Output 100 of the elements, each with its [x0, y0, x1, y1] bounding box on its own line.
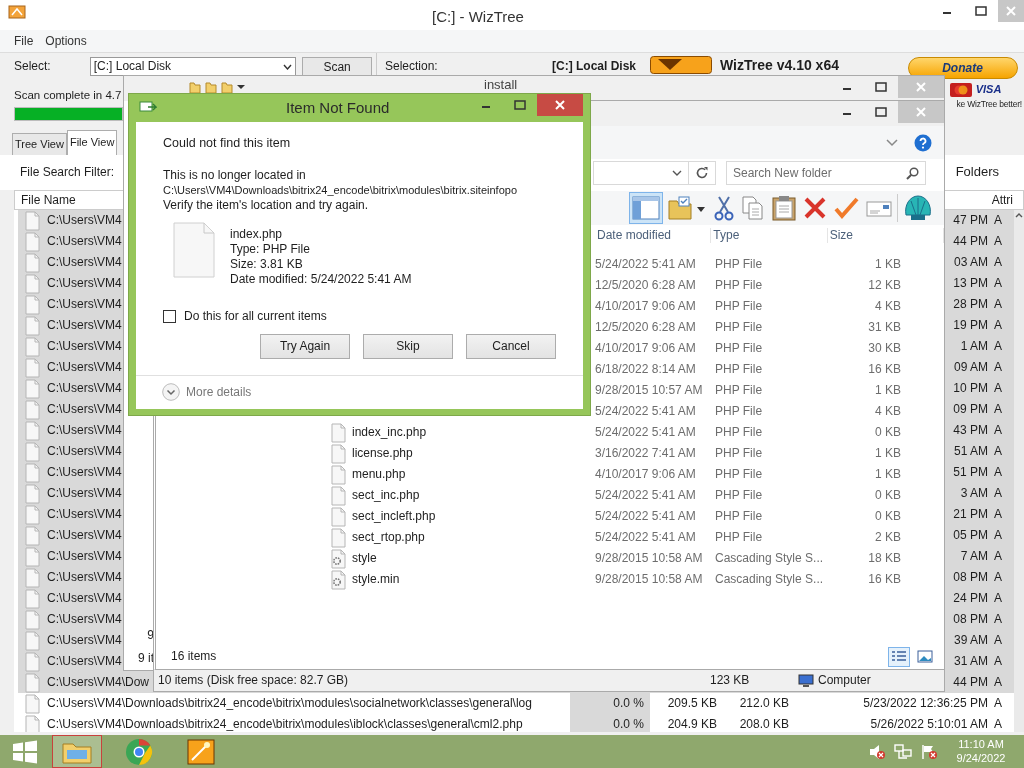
tab[interactable]: File View [66, 130, 118, 155]
table-cell: A [994, 717, 1002, 732]
window-title: install [484, 77, 518, 92]
selection-label: Selection: [385, 59, 438, 74]
file-name[interactable]: style [352, 551, 377, 566]
table-cell: 6/18/2022 8:14 AM [595, 362, 696, 376]
table-cell: C:\Users\VM4 [47, 276, 122, 291]
drive-select[interactable]: [C:] Local Disk [89, 57, 297, 76]
table-cell: 24 PM [953, 591, 988, 606]
table-cell: 03 AM [953, 255, 988, 270]
file-manager-button[interactable] [52, 735, 102, 768]
table-cell: C:\Users\VM4 [47, 402, 122, 417]
file-name[interactable]: license.php [352, 446, 413, 461]
tab[interactable]: Tree View [12, 133, 67, 155]
card-brand: VISA [975, 83, 1002, 97]
table-cell: C:\Users\VM4\Downloads\bitrix24_encode\bitrix\modules\iblock\classes\general\cml2.php [47, 717, 523, 732]
cross-icon [803, 195, 827, 221]
file-name[interactable]: style.min [352, 572, 400, 587]
table-cell: 0.0 % [613, 696, 644, 711]
column-header[interactable]: Size [827, 228, 944, 243]
flag-icon[interactable] [920, 743, 938, 760]
close-icon [916, 107, 926, 117]
status-text: Scan complete in 4.7 [14, 89, 122, 101]
table-cell: A [994, 465, 1002, 480]
table-cell: 30 KB [868, 341, 901, 355]
dialog-button[interactable]: Skip [363, 333, 453, 359]
help-icon[interactable] [914, 133, 932, 152]
table-cell: 5/24/2022 5:41 AM [595, 257, 696, 271]
table-cell: 208.0 KB [739, 717, 789, 732]
table-cell: A [994, 654, 1002, 669]
file-icon [25, 609, 40, 630]
selection-value: [C:] Local Disk [552, 59, 636, 74]
table-cell: 9/28/2015 10:57 AM [595, 383, 703, 397]
dialog-title: Item Not Found [286, 98, 391, 118]
table-cell: 1 KB [875, 257, 901, 271]
table-cell: A [994, 549, 1002, 564]
network-icon[interactable] [894, 743, 912, 760]
more-details-link[interactable]: More details [186, 384, 252, 400]
table-cell: Cascading Style S... [715, 551, 824, 565]
file-name[interactable]: sect_inc.php [352, 488, 420, 503]
table-cell: A [994, 528, 1002, 543]
table-cell: C:\Users\VM4 [47, 612, 122, 627]
table-cell: 3/16/2022 7:41 AM [595, 446, 696, 460]
table-cell: C:\Users\VM4 [47, 318, 122, 333]
table-cell: 4 KB [875, 299, 901, 313]
file-icon [25, 336, 40, 357]
menu-item[interactable]: Options [39, 33, 93, 49]
column-header[interactable]: Attri [991, 192, 1013, 208]
donate-button[interactable]: Donate [907, 57, 1018, 79]
expand-ribbon-icon[interactable] [886, 138, 898, 147]
column-header[interactable]: File Name [21, 192, 76, 208]
gear-file-icon [331, 569, 346, 590]
table-cell: A [994, 486, 1002, 501]
details-view-button[interactable] [888, 646, 910, 667]
table-cell: 12 KB [868, 278, 901, 292]
file-icon [25, 378, 40, 399]
table-cell: 5/24/2022 5:41 AM [595, 530, 696, 544]
table-cell: 10 PM [953, 381, 988, 396]
table-cell: 44 PM [953, 234, 988, 249]
checkbox[interactable] [163, 309, 176, 323]
dialog-button[interactable]: Cancel [466, 333, 556, 359]
table-cell: 212.0 KB [739, 696, 789, 711]
file-name[interactable]: menu.php [352, 467, 406, 482]
preview-pane-button[interactable] [629, 192, 663, 224]
caret-icon [283, 63, 293, 70]
table-cell: PHP File [715, 320, 763, 334]
checkmark-icon [833, 195, 859, 221]
folder-icon[interactable] [205, 80, 217, 94]
speaker-muted-icon[interactable] [868, 743, 886, 760]
file-name[interactable]: sect_rtop.php [352, 530, 425, 545]
caret-icon [672, 170, 682, 176]
table-cell: 3 AM [960, 486, 988, 501]
caret-icon[interactable] [237, 84, 245, 90]
start-icon[interactable] [12, 739, 38, 764]
close-button[interactable] [537, 94, 583, 116]
folder-icon[interactable] [189, 80, 201, 94]
column-header[interactable]: Date modified [595, 228, 712, 243]
table-cell: 19 PM [953, 318, 988, 333]
table-cell: A [994, 696, 1002, 711]
table-cell: 5/24/2022 5:41 AM [595, 425, 696, 439]
file-icon [25, 546, 40, 567]
table-cell: 18 KB [868, 551, 901, 565]
clipboard-icon [771, 195, 797, 221]
file-icon [25, 441, 40, 462]
file-name[interactable]: sect_incleft.php [352, 509, 436, 524]
scrollbar[interactable] [1014, 210, 1024, 732]
table-cell: C:\Users\VM4 [47, 255, 122, 270]
status-text: 16 items [171, 649, 217, 664]
table-cell: C:\Users\VM4 [47, 213, 122, 228]
refresh-button[interactable] [688, 161, 716, 185]
table-cell: A [994, 318, 1002, 333]
column-header[interactable]: Type [711, 228, 828, 243]
search-field[interactable]: Search New folder [726, 161, 926, 185]
table-cell: 5/24/2022 5:41 AM [595, 404, 696, 418]
table-cell: PHP File [715, 257, 763, 271]
table-cell: A [994, 402, 1002, 417]
dialog-button[interactable]: Try Again [260, 333, 350, 359]
expand-icon[interactable] [162, 383, 180, 402]
file-name[interactable]: index_inc.php [352, 425, 427, 440]
menu-item[interactable]: File [8, 33, 40, 49]
